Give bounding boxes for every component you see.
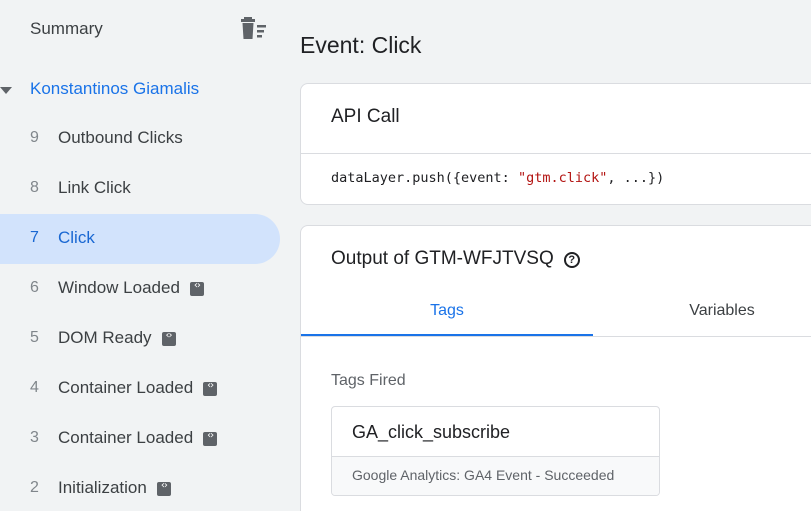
api-call-title: API Call [331, 106, 400, 127]
api-call-card: API Call dataLayer.push({event: "gtm.cli… [300, 83, 811, 205]
help-icon[interactable]: ? [563, 252, 580, 268]
event-label: Window Loaded [58, 278, 204, 298]
account-row[interactable]: Konstantinos Giamalis [0, 74, 300, 106]
output-card: Output of GTM-WFJTVSQ? Tags Variables Ta… [300, 225, 811, 511]
account-name: Konstantinos Giamalis [30, 79, 200, 98]
api-call-code: dataLayer.push({event: "gtm.click", ...}… [331, 170, 664, 186]
tag-card[interactable]: GA_click_subscribe Google Analytics: GA4… [331, 406, 660, 496]
sidebar: Summary Konstantinos Giamalis 9 Outbound… [0, 0, 300, 511]
code-event-string: "gtm.click" [517, 170, 608, 186]
event-number: 9 [30, 129, 39, 146]
event-number: 8 [30, 179, 39, 196]
event-label: Outbound Clicks [58, 128, 183, 147]
event-label: Link Click [58, 178, 131, 197]
code-prefix: dataLayer.push({event: [331, 170, 518, 186]
event-label-text: DOM Ready [58, 328, 152, 347]
event-number: 3 [30, 429, 39, 446]
event-number: 4 [30, 379, 39, 396]
caret-down-icon[interactable] [0, 87, 12, 95]
event-label-text: Initialization [58, 478, 147, 497]
event-item-5[interactable]: 5 DOM Ready [0, 314, 280, 364]
event-label-text: Window Loaded [58, 278, 180, 297]
output-title: Output of GTM-WFJTVSQ? [331, 248, 580, 270]
code-icon [203, 380, 218, 396]
event-label: Container Loaded [58, 378, 218, 398]
event-item-6[interactable]: 6 Window Loaded [0, 264, 280, 314]
event-item-3[interactable]: 3 Container Loaded [0, 414, 280, 464]
event-item-8[interactable]: 8 Link Click [0, 164, 280, 214]
event-number: 6 [30, 279, 39, 296]
event-item-4[interactable]: 4 Container Loaded [0, 364, 280, 414]
tags-fired-label: Tags Fired [331, 372, 406, 389]
summary-row[interactable]: Summary [0, 0, 300, 60]
event-label: DOM Ready [58, 328, 176, 348]
event-item-7[interactable]: 7 Click [0, 214, 280, 264]
code-icon [161, 330, 176, 346]
event-item-2[interactable]: 2 Initialization [0, 464, 280, 511]
event-label: Initialization [58, 478, 171, 498]
tag-footer: Google Analytics: GA4 Event - Succeeded [332, 456, 659, 495]
tab-variables[interactable]: Variables [593, 290, 811, 336]
trash-sort-icon[interactable] [240, 17, 268, 41]
code-icon [203, 430, 218, 446]
event-item-9[interactable]: 9 Outbound Clicks [0, 114, 280, 164]
event-label-text: Container Loaded [58, 428, 194, 447]
code-icon [156, 480, 171, 496]
output-title-text: Output of GTM-WFJTVSQ [331, 248, 554, 269]
main-panel: Event: Click API Call dataLayer.push({ev… [300, 0, 811, 511]
code-suffix: , ...}) [607, 170, 665, 186]
event-number: 7 [30, 229, 39, 246]
event-label: Click [58, 228, 95, 247]
divider [301, 153, 811, 154]
tag-status: Google Analytics: GA4 Event - Succeeded [352, 467, 615, 483]
tag-name: GA_click_subscribe [352, 422, 511, 442]
tabs-divider [301, 336, 811, 337]
event-number: 5 [30, 329, 39, 346]
event-number: 2 [30, 479, 39, 496]
page-title: Event: Click [300, 32, 422, 58]
event-label: Container Loaded [58, 428, 218, 448]
code-icon [189, 280, 204, 296]
tab-label: Variables [689, 302, 755, 319]
event-label-text: Container Loaded [58, 378, 194, 397]
summary-label: Summary [30, 19, 103, 38]
